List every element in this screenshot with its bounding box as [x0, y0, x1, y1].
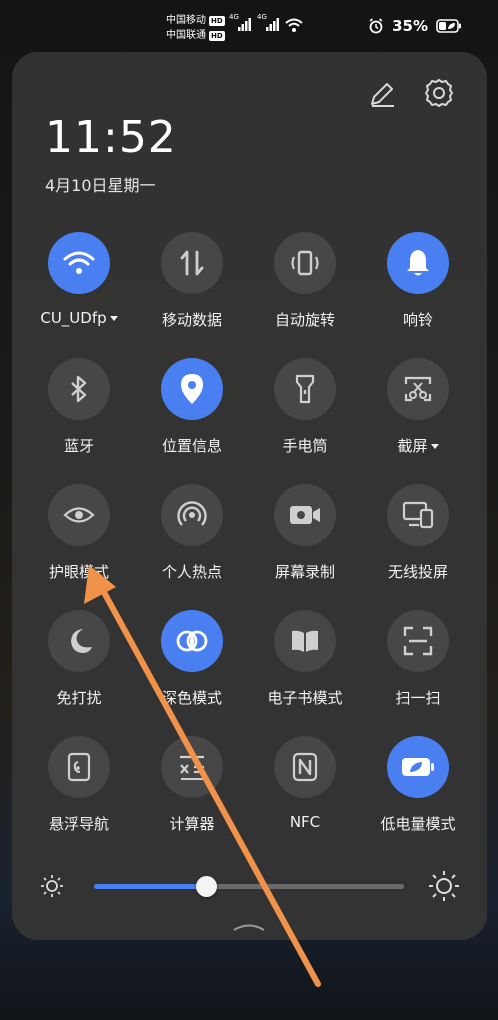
- toggle-mobile-data[interactable]: 移动数据: [137, 232, 247, 342]
- pencil-icon: [371, 83, 394, 107]
- auto-rotate-icon[interactable]: [274, 232, 336, 294]
- toggle-label: 悬浮导航: [48, 815, 109, 833]
- toggle-label: 护眼模式: [48, 563, 109, 581]
- toggle-screenshot[interactable]: 截屏: [363, 358, 473, 468]
- wireless-projection-icon[interactable]: [387, 484, 449, 546]
- toggle-label: 深色模式: [161, 689, 222, 707]
- toggle-label: NFC: [289, 813, 321, 831]
- carrier-2-name: 中国联通: [166, 30, 206, 41]
- toggle-label: 电子书模式: [267, 689, 343, 707]
- dark-mode-icon[interactable]: [161, 610, 223, 672]
- toggle-label: 蓝牙: [63, 437, 94, 455]
- toggle-bell[interactable]: 响铃: [363, 232, 473, 342]
- toggle-label: 自动旋转: [274, 311, 335, 329]
- brightness-slider[interactable]: [94, 876, 404, 897]
- gear-icon: [425, 79, 453, 107]
- toggle-wireless-projection[interactable]: 无线投屏: [363, 484, 473, 594]
- moon-icon[interactable]: [48, 610, 110, 672]
- hd-badge-1: HD: [209, 15, 225, 26]
- mobile-data-icon[interactable]: [161, 232, 223, 294]
- network-type-1: 4G: [229, 13, 239, 21]
- carrier-1-name: 中国移动: [166, 15, 206, 26]
- toggle-auto-rotate[interactable]: 自动旋转: [250, 232, 360, 342]
- screenshot-icon[interactable]: [387, 358, 449, 420]
- toggle-label: 无线投屏: [387, 563, 448, 581]
- brightness-low-icon: [41, 875, 63, 897]
- network-type-2: 4G: [257, 13, 267, 21]
- toggle-label: 低电量模式: [380, 815, 456, 833]
- floating-nav-icon[interactable]: [48, 736, 110, 798]
- toggle-scan[interactable]: 扫一扫: [363, 610, 473, 720]
- toggle-label: 截屏: [363, 435, 473, 456]
- toggle-hotspot[interactable]: 个人热点: [137, 484, 247, 594]
- brightness-control: [12, 864, 487, 908]
- brightness-slider-fill: [94, 884, 206, 889]
- toggle-dark-mode[interactable]: 深色模式: [137, 610, 247, 720]
- bell-icon[interactable]: [387, 232, 449, 294]
- ebook-icon[interactable]: [274, 610, 336, 672]
- chevron-down-icon[interactable]: [430, 444, 439, 449]
- toggle-label: 移动数据: [161, 311, 222, 329]
- edit-button[interactable]: [366, 78, 398, 110]
- clock-date: 4月10日星期一: [45, 176, 156, 195]
- toggle-label: 计算器: [169, 815, 215, 833]
- status-right: 35%: [368, 17, 462, 35]
- toggle-ebook[interactable]: 电子书模式: [250, 610, 360, 720]
- carrier-info: 中国移动 HD 中国联通 HD: [166, 13, 225, 43]
- battery-saver-icon[interactable]: [387, 736, 449, 798]
- toggle-label: 扫一扫: [395, 689, 441, 707]
- toggle-location[interactable]: 位置信息: [137, 358, 247, 468]
- status-bar: 中国移动 HD 中国联通 HD 4G 4G 35%: [0, 0, 498, 48]
- toggle-wifi[interactable]: CU_UDfp: [24, 232, 134, 342]
- toggle-label: 位置信息: [161, 437, 222, 455]
- expand-handle-icon[interactable]: [232, 922, 266, 932]
- settings-button[interactable]: [422, 76, 456, 110]
- alarm-icon: [369, 18, 383, 34]
- hd-badge-2: HD: [209, 30, 225, 41]
- wifi-icon[interactable]: [48, 232, 110, 294]
- toggle-floating-nav[interactable]: 悬浮导航: [24, 736, 134, 846]
- toggle-label: 手电筒: [282, 437, 328, 455]
- battery-icon: [436, 19, 461, 33]
- battery-percent: 35%: [392, 17, 428, 35]
- toggle-battery-saver[interactable]: 低电量模式: [363, 736, 473, 846]
- toggle-label: CU_UDfp: [24, 309, 134, 327]
- flashlight-icon[interactable]: [274, 358, 336, 420]
- brightness-high-icon: [429, 871, 459, 901]
- calculator-icon[interactable]: [161, 736, 223, 798]
- toggle-screen-record[interactable]: 屏幕录制: [250, 484, 360, 594]
- signal-1-icon: 4G: [229, 13, 252, 36]
- hotspot-icon[interactable]: [161, 484, 223, 546]
- toggle-nfc[interactable]: NFC: [250, 736, 360, 846]
- bluetooth-icon[interactable]: [48, 358, 110, 420]
- toggle-label: 屏幕录制: [274, 563, 335, 581]
- toggle-flashlight[interactable]: 手电筒: [250, 358, 360, 468]
- clock-time: 11:52: [45, 112, 177, 163]
- toggle-label: 个人热点: [161, 563, 222, 581]
- toggle-calculator[interactable]: 计算器: [137, 736, 247, 846]
- signal-2-icon: 4G: [257, 13, 280, 36]
- quick-settings-panel: 11:52 4月10日星期一 CU_UDfp 移动数据 自动旋转 响铃蓝牙 位置信息 手电…: [12, 52, 487, 940]
- wifi-status-icon: [284, 17, 304, 37]
- toggle-moon[interactable]: 免打扰: [24, 610, 134, 720]
- eye-comfort-icon[interactable]: [48, 484, 110, 546]
- scan-icon[interactable]: [387, 610, 449, 672]
- toggle-eye-comfort[interactable]: 护眼模式: [24, 484, 134, 594]
- toggle-label: 免打扰: [56, 689, 102, 707]
- toggle-bluetooth[interactable]: 蓝牙: [24, 358, 134, 468]
- screen-record-icon[interactable]: [274, 484, 336, 546]
- toggle-label: 响铃: [402, 311, 433, 329]
- location-icon[interactable]: [161, 358, 223, 420]
- chevron-down-icon[interactable]: [109, 316, 118, 321]
- nfc-icon[interactable]: [274, 736, 336, 798]
- brightness-slider-thumb[interactable]: [195, 876, 217, 897]
